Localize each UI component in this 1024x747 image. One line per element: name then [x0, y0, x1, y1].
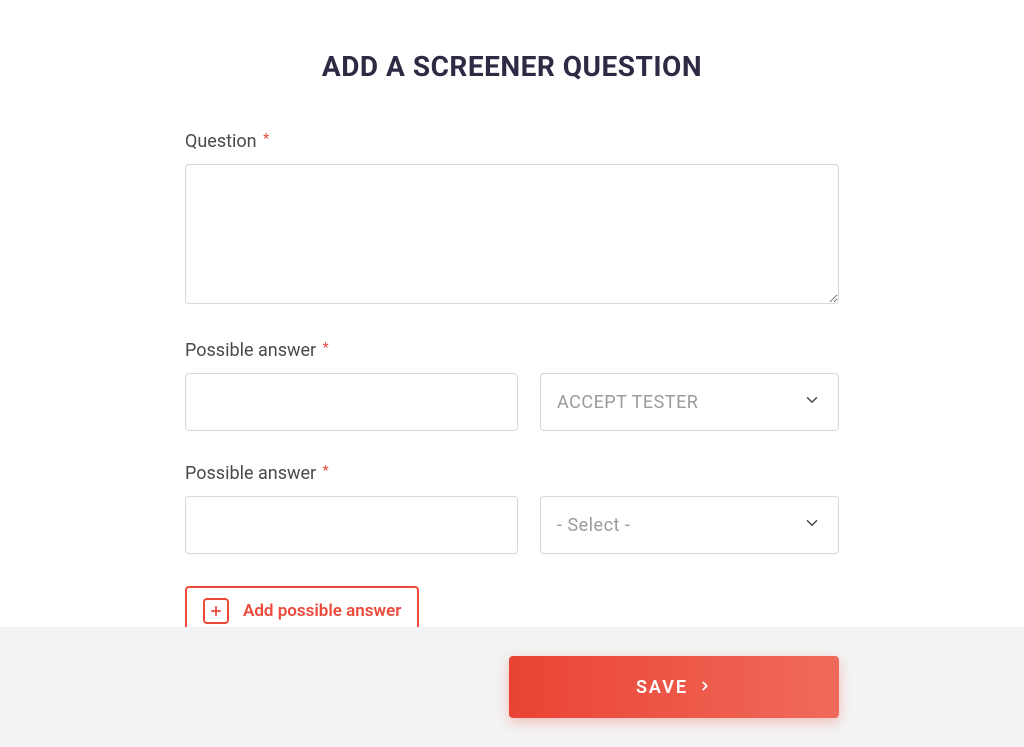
answer-field-group-2: Possible answer * - Select - [185, 463, 839, 554]
answer-label-text: Possible answer [185, 463, 316, 484]
answer-row: ACCEPT TESTER [185, 373, 839, 431]
answer-select[interactable]: - Select - [540, 496, 839, 554]
answer-label: Possible answer * [185, 340, 839, 361]
save-button-label: SAVE [636, 677, 688, 698]
required-mark: * [263, 131, 269, 147]
question-label: Question * [185, 131, 839, 152]
answer-input[interactable] [185, 373, 518, 431]
answer-input[interactable] [185, 496, 518, 554]
save-button[interactable]: SAVE [509, 656, 839, 718]
add-button-label: Add possible answer [243, 601, 401, 621]
required-mark: * [323, 340, 329, 356]
answer-row: - Select - [185, 496, 839, 554]
chevron-right-icon [698, 677, 712, 698]
answer-label-text: Possible answer [185, 340, 316, 361]
answer-select[interactable]: ACCEPT TESTER [540, 373, 839, 431]
answer-select-wrap: ACCEPT TESTER [540, 373, 839, 431]
plus-icon [203, 598, 229, 624]
required-mark: * [323, 463, 329, 479]
answer-select-wrap: - Select - [540, 496, 839, 554]
question-label-text: Question [185, 131, 257, 152]
answer-label: Possible answer * [185, 463, 839, 484]
footer-bar: SAVE [0, 627, 1024, 747]
question-field-group: Question * [185, 131, 839, 308]
answer-field-group-1: Possible answer * ACCEPT TESTER [185, 340, 839, 431]
page-title: ADD A SCREENER QUESTION [185, 50, 839, 83]
question-textarea[interactable] [185, 164, 839, 304]
